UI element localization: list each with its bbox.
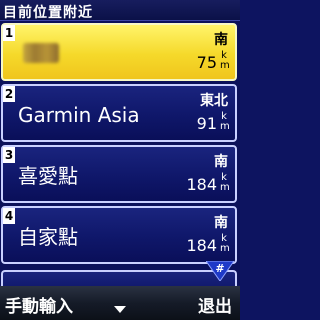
item-distance-unit: km: [220, 50, 230, 71]
item-direction: 南: [214, 215, 228, 231]
item-number: 2: [3, 86, 15, 102]
item-direction: 東北: [200, 93, 228, 109]
item-distance-unit: km: [220, 111, 230, 132]
list-item-1[interactable]: 1 南 75 km: [1, 23, 237, 81]
list-item-2[interactable]: 2 Garmin Asia 東北 91 km: [1, 84, 237, 142]
title-bar: 目前位置附近: [0, 0, 240, 21]
list-item-3[interactable]: 3 喜愛點 南 184 km: [1, 145, 237, 203]
poi-list: 1 南 75 km 2 Garmin Asia 東北 91 km 3 喜愛點 南…: [0, 21, 240, 285]
manual-input-softkey[interactable]: 手動輸入: [5, 292, 73, 317]
list-item-4[interactable]: 4 自家點 南 184 km: [1, 206, 237, 264]
item-distance: 91: [196, 114, 217, 133]
item-number: 4: [3, 208, 15, 224]
item-distance: 184: [186, 236, 217, 255]
page-title: 目前位置附近: [3, 5, 93, 21]
item-number: 1: [3, 25, 15, 41]
item-direction: 南: [214, 154, 228, 170]
item-distance-unit: km: [220, 172, 230, 193]
item-number: 3: [3, 147, 15, 163]
hash-button[interactable]: #: [206, 261, 234, 281]
item-name: Garmin Asia: [18, 103, 140, 127]
blurred-name-placeholder: [23, 43, 59, 63]
item-name: 自家點: [18, 225, 78, 249]
down-arrow-icon: [114, 306, 126, 313]
exit-softkey[interactable]: 退出: [198, 292, 232, 317]
item-distance: 75: [196, 53, 217, 72]
item-name: 喜愛點: [18, 164, 78, 188]
item-distance-unit: km: [220, 233, 230, 254]
hash-label: #: [215, 262, 225, 275]
item-distance: 184: [186, 175, 217, 194]
item-direction: 南: [214, 32, 228, 48]
soft-key-bar: 手動輸入 退出: [0, 286, 240, 320]
